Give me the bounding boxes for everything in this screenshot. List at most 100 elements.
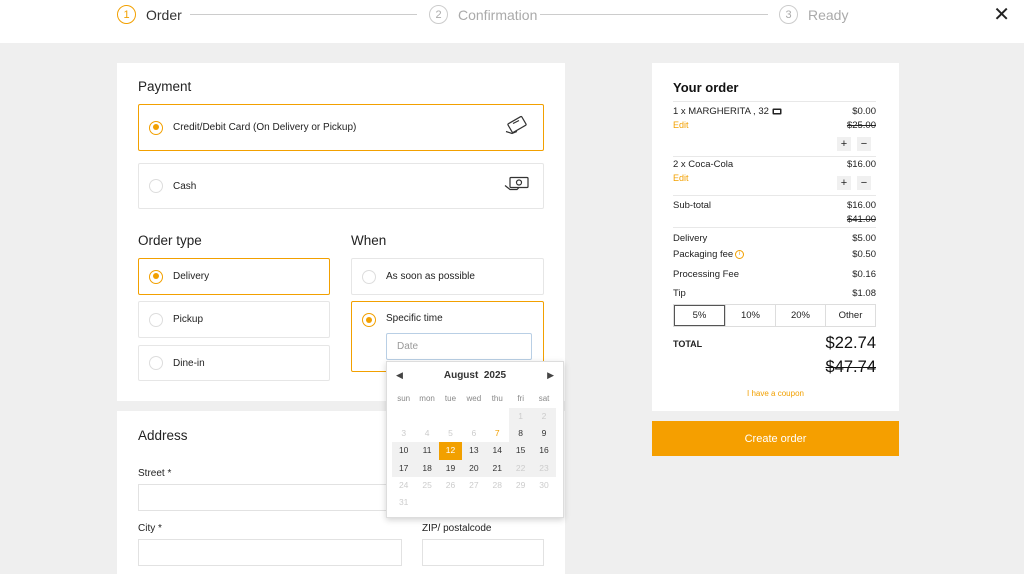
calendar-month: August — [443, 370, 479, 381]
calendar-day[interactable]: 13 — [462, 442, 486, 460]
address-title: Address — [138, 428, 188, 443]
calendar-day: 6 — [471, 428, 477, 439]
delivery-value: $5.00 — [852, 233, 876, 244]
radio-selected[interactable] — [149, 269, 163, 284]
order-type-dine-in[interactable]: Dine-in — [138, 345, 330, 381]
calendar-day[interactable]: 9 — [532, 425, 556, 443]
order-item-coca-cola: 2 x Coca-Cola $16.00 — [673, 159, 876, 170]
order-type-pickup[interactable]: Pickup — [138, 301, 330, 338]
calendar-day[interactable]: 8 — [508, 425, 533, 443]
radio-unselected[interactable] — [362, 269, 376, 284]
payment-option-cash[interactable]: Cash — [138, 163, 544, 209]
tip-option-10[interactable]: 10% — [725, 305, 775, 326]
calendar-day[interactable]: 11 — [415, 442, 439, 460]
order-type-title: Order type — [138, 233, 202, 248]
weekday-label: fri — [517, 394, 524, 403]
calendar-day[interactable]: 19 — [438, 459, 463, 477]
calendar-day: 27 — [469, 479, 479, 490]
tip-option-20[interactable]: 20% — [775, 305, 825, 326]
item-old-price: $25.00 — [846, 120, 876, 131]
delivery-row: Delivery $5.00 — [673, 233, 876, 244]
when-asap[interactable]: As soon as possible — [351, 258, 544, 295]
payment-title: Payment — [138, 79, 192, 94]
weekday-label: wed — [466, 394, 482, 403]
city-input[interactable] — [138, 539, 402, 566]
order-item-margherita: 1 x MARGHERITA , 32 $0.00 — [673, 106, 876, 117]
tip-option-5[interactable]: 5% — [674, 305, 725, 326]
edit-link[interactable]: Edit — [673, 120, 689, 130]
tip-row: Tip $1.08 — [673, 288, 876, 299]
calendar-day[interactable]: 14 — [485, 442, 509, 460]
item-name: 1 x MARGHERITA , 32 — [673, 106, 769, 117]
subtotal-old-value: $41.00 — [846, 214, 876, 225]
calendar-day: 31 — [398, 496, 409, 507]
day-grid: 1 2 3 4 5 6 7 8 9 10 11 12 13 14 15 16 17 18 19 20 21 22 23 24 2… — [392, 408, 560, 511]
calendar-blank — [486, 408, 509, 425]
calendar-day[interactable]: 12 — [438, 442, 463, 460]
calendar-day[interactable]: 16 — [532, 442, 556, 460]
processing-value: $0.16 — [852, 269, 876, 280]
radio-selected[interactable] — [149, 120, 163, 135]
order-title: Your order — [673, 80, 739, 95]
calendar-day: 5 — [448, 428, 453, 439]
payment-option-card[interactable]: Credit/Debit Card (On Delivery or Pickup… — [138, 104, 544, 151]
calendar-day: 4 — [424, 428, 430, 439]
step-label: Ready — [808, 6, 849, 23]
weekday-label: sat — [538, 394, 550, 403]
step-number: 2 — [429, 5, 448, 24]
option-label: Specific time — [386, 313, 443, 324]
radio-unselected[interactable] — [149, 356, 163, 370]
divider — [673, 101, 876, 102]
create-order-button[interactable]: Create order — [652, 421, 899, 456]
calendar-day[interactable]: 18 — [415, 459, 439, 477]
next-month-icon[interactable]: ▶ — [547, 370, 554, 381]
calendar-day: 24 — [398, 479, 409, 490]
weekday-label: tue — [444, 394, 457, 403]
calendar-day: 2 — [532, 408, 556, 426]
subtotal-value: $16.00 — [846, 200, 876, 211]
zip-input[interactable] — [422, 539, 544, 566]
date-input[interactable]: Date — [386, 333, 532, 360]
decrease-button[interactable]: − — [857, 137, 871, 151]
increase-button[interactable]: + — [837, 176, 851, 190]
divider — [673, 156, 876, 157]
calendar-day: 22 — [508, 459, 533, 477]
total-value: $22.74 — [825, 334, 876, 352]
edit-link[interactable]: Edit — [673, 173, 689, 183]
calendar-day[interactable]: 17 — [392, 459, 416, 477]
step-label: Order — [146, 6, 182, 23]
calendar-header: August 2025 — [387, 370, 563, 381]
card-payment-icon — [503, 114, 531, 141]
calendar-day: 3 — [401, 428, 407, 439]
coupon-link[interactable]: I have a coupon — [652, 389, 899, 398]
order-type-delivery[interactable]: Delivery — [138, 258, 330, 295]
divider — [673, 227, 876, 228]
calendar-day[interactable]: 20 — [462, 459, 486, 477]
calendar-day[interactable]: 10 — [392, 442, 416, 460]
processing-label: Processing Fee — [673, 269, 740, 280]
item-name: 2 x Coca-Cola — [673, 159, 734, 170]
item-price: $0.00 — [852, 106, 876, 117]
calendar-day: 7 — [494, 428, 500, 439]
radio-unselected[interactable] — [149, 179, 163, 193]
total-old-value: $47.74 — [825, 358, 876, 376]
option-label: Cash — [173, 180, 197, 192]
street-label: Street * — [138, 468, 172, 479]
zip-label: ZIP/ postalcode — [422, 523, 492, 534]
calendar-day: 25 — [422, 479, 432, 490]
calendar-day[interactable]: 21 — [485, 459, 509, 477]
order-summary-panel: Your order 1 x MARGHERITA , 32 $0.00 Edi… — [652, 63, 899, 411]
step-number: 1 — [117, 5, 136, 24]
divider — [673, 195, 876, 196]
step-order: 1 Order — [117, 5, 182, 24]
calendar-day[interactable]: 15 — [508, 442, 533, 460]
info-icon[interactable]: i — [735, 249, 745, 259]
decrease-button[interactable]: − — [857, 176, 871, 190]
option-label: Credit/Debit Card (On Delivery or Pickup… — [173, 122, 357, 133]
radio-unselected[interactable] — [149, 312, 163, 327]
calendar-blank — [392, 408, 415, 425]
tip-option-other[interactable]: Other — [825, 305, 875, 326]
radio-selected[interactable] — [362, 313, 376, 327]
increase-button[interactable]: + — [837, 137, 851, 151]
close-icon[interactable]: ✕ — [993, 5, 1010, 25]
